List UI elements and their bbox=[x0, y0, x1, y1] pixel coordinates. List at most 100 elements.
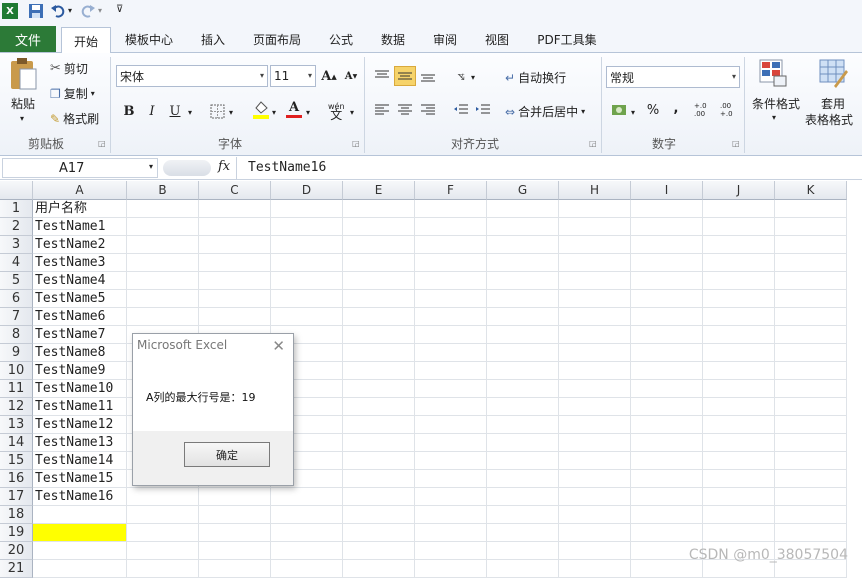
column-header-f[interactable]: F bbox=[415, 181, 487, 200]
tab-data[interactable]: 数据 bbox=[373, 27, 413, 52]
column-header-c[interactable]: C bbox=[199, 181, 271, 200]
column-header-g[interactable]: G bbox=[487, 181, 559, 200]
cell-g14[interactable] bbox=[487, 434, 559, 452]
cell-c5[interactable] bbox=[199, 272, 271, 290]
cell-e19[interactable] bbox=[343, 524, 415, 542]
row-header-2[interactable]: 2 bbox=[0, 218, 33, 236]
cell-h19[interactable] bbox=[559, 524, 631, 542]
cell-g11[interactable] bbox=[487, 380, 559, 398]
ok-button[interactable]: 确定 bbox=[184, 442, 270, 467]
cell-d3[interactable] bbox=[271, 236, 343, 254]
cell-h18[interactable] bbox=[559, 506, 631, 524]
cell-a11[interactable]: TestName10 bbox=[33, 380, 127, 398]
cell-h1[interactable] bbox=[559, 200, 631, 218]
cell-f15[interactable] bbox=[415, 452, 487, 470]
phonetic-dropdown-icon[interactable]: ▾ bbox=[350, 108, 354, 117]
row-header-6[interactable]: 6 bbox=[0, 290, 33, 308]
increase-indent-icon[interactable] bbox=[472, 100, 494, 120]
cell-a6[interactable]: TestName5 bbox=[33, 290, 127, 308]
cell-c4[interactable] bbox=[199, 254, 271, 272]
cell-h8[interactable] bbox=[559, 326, 631, 344]
cell-k3[interactable] bbox=[775, 236, 847, 254]
cell-j11[interactable] bbox=[703, 380, 775, 398]
cell-f9[interactable] bbox=[415, 344, 487, 362]
cell-f8[interactable] bbox=[415, 326, 487, 344]
cell-d20[interactable] bbox=[271, 542, 343, 560]
cell-e5[interactable] bbox=[343, 272, 415, 290]
cell-j13[interactable] bbox=[703, 416, 775, 434]
percent-button[interactable]: % bbox=[642, 100, 664, 120]
conditional-formatting-icon[interactable] bbox=[758, 58, 788, 91]
cell-g21[interactable] bbox=[487, 560, 559, 578]
cell-i7[interactable] bbox=[631, 308, 703, 326]
align-right-icon[interactable] bbox=[417, 100, 439, 120]
cell-c2[interactable] bbox=[199, 218, 271, 236]
cell-h4[interactable] bbox=[559, 254, 631, 272]
cell-k16[interactable] bbox=[775, 470, 847, 488]
format-as-table-line1[interactable]: 套用 bbox=[821, 95, 845, 112]
cell-d2[interactable] bbox=[271, 218, 343, 236]
cell-a15[interactable]: TestName14 bbox=[33, 452, 127, 470]
cell-f13[interactable] bbox=[415, 416, 487, 434]
cell-k2[interactable] bbox=[775, 218, 847, 236]
cell-h7[interactable] bbox=[559, 308, 631, 326]
cell-k4[interactable] bbox=[775, 254, 847, 272]
tab-pdf-tools[interactable]: PDF工具集 bbox=[530, 27, 604, 52]
cell-a5[interactable]: TestName4 bbox=[33, 272, 127, 290]
fill-color-dropdown-icon[interactable]: ▾ bbox=[272, 108, 276, 117]
cell-f3[interactable] bbox=[415, 236, 487, 254]
cell-i16[interactable] bbox=[631, 470, 703, 488]
column-header-j[interactable]: J bbox=[703, 181, 775, 200]
row-header-17[interactable]: 17 bbox=[0, 488, 33, 506]
cell-g7[interactable] bbox=[487, 308, 559, 326]
cell-i12[interactable] bbox=[631, 398, 703, 416]
orientation-dropdown-icon[interactable]: ▾ bbox=[471, 73, 475, 82]
cell-i14[interactable] bbox=[631, 434, 703, 452]
cell-b6[interactable] bbox=[127, 290, 199, 308]
underline-dropdown-icon[interactable]: ▾ bbox=[188, 108, 192, 117]
row-header-18[interactable]: 18 bbox=[0, 506, 33, 524]
cell-k10[interactable] bbox=[775, 362, 847, 380]
cell-g10[interactable] bbox=[487, 362, 559, 380]
excel-logo-icon[interactable]: X bbox=[2, 3, 18, 19]
cell-e14[interactable] bbox=[343, 434, 415, 452]
cell-d5[interactable] bbox=[271, 272, 343, 290]
cell-a2[interactable]: TestName1 bbox=[33, 218, 127, 236]
column-header-a[interactable]: A bbox=[33, 181, 127, 200]
cell-h12[interactable] bbox=[559, 398, 631, 416]
cell-j14[interactable] bbox=[703, 434, 775, 452]
italic-button[interactable]: I bbox=[141, 101, 163, 121]
cell-i9[interactable] bbox=[631, 344, 703, 362]
bold-button[interactable]: B bbox=[118, 101, 140, 121]
font-name-select[interactable]: 宋体 ▾ bbox=[116, 65, 268, 87]
row-header-11[interactable]: 11 bbox=[0, 380, 33, 398]
align-middle-icon[interactable] bbox=[394, 66, 416, 86]
cell-e20[interactable] bbox=[343, 542, 415, 560]
cell-i19[interactable] bbox=[631, 524, 703, 542]
close-icon[interactable]: ✕ bbox=[272, 337, 285, 355]
cell-h15[interactable] bbox=[559, 452, 631, 470]
currency-icon[interactable] bbox=[608, 100, 630, 120]
cell-c6[interactable] bbox=[199, 290, 271, 308]
row-header-7[interactable]: 7 bbox=[0, 308, 33, 326]
redo-icon[interactable] bbox=[80, 3, 96, 19]
cell-g13[interactable] bbox=[487, 416, 559, 434]
cell-j18[interactable] bbox=[703, 506, 775, 524]
paste-icon[interactable] bbox=[8, 57, 38, 93]
fill-color-icon[interactable] bbox=[250, 99, 272, 119]
cell-j7[interactable] bbox=[703, 308, 775, 326]
cell-d17[interactable] bbox=[271, 488, 343, 506]
decrease-font-icon[interactable]: A ▼ bbox=[340, 66, 362, 86]
redo-dropdown-icon[interactable]: ▾ bbox=[98, 6, 102, 15]
cell-c19[interactable] bbox=[199, 524, 271, 542]
number-format-select[interactable]: 常规 ▾ bbox=[606, 66, 740, 88]
row-header-21[interactable]: 21 bbox=[0, 560, 33, 578]
conditional-dropdown-icon[interactable]: ▾ bbox=[772, 113, 776, 122]
cell-a8[interactable]: TestName7 bbox=[33, 326, 127, 344]
increase-font-icon[interactable]: A ▲ bbox=[318, 66, 340, 86]
cell-i1[interactable] bbox=[631, 200, 703, 218]
cell-j15[interactable] bbox=[703, 452, 775, 470]
cell-k15[interactable] bbox=[775, 452, 847, 470]
cell-k19[interactable] bbox=[775, 524, 847, 542]
cell-j12[interactable] bbox=[703, 398, 775, 416]
